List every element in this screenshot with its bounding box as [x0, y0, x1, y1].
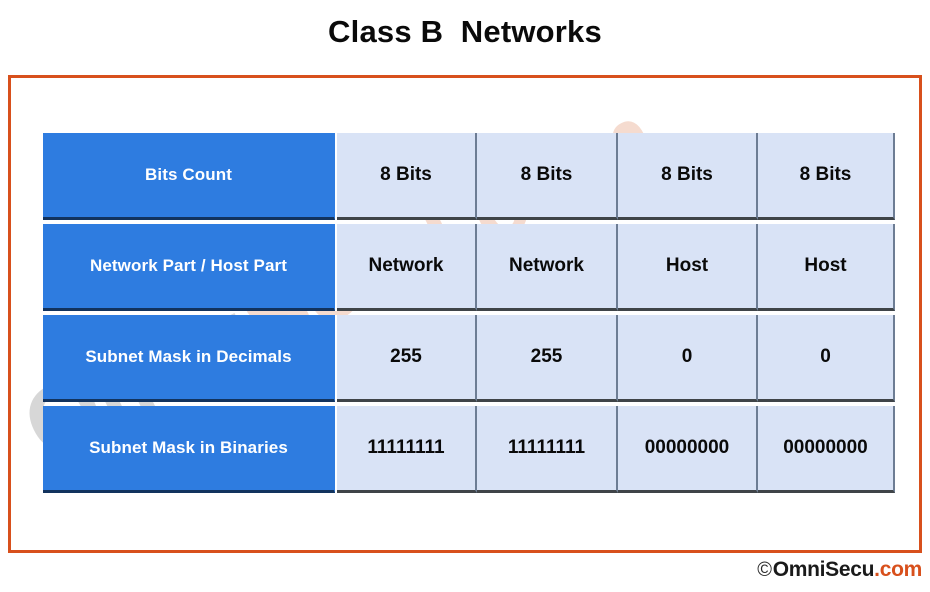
table-cell: 8 Bits	[337, 133, 477, 220]
table-cell: Host	[758, 224, 895, 311]
table-cell: 255	[477, 315, 618, 402]
row-header-bits-count: Bits Count	[43, 133, 335, 220]
site-brand-footer: © OmniSecu .com	[757, 558, 922, 582]
table-cell: 255	[337, 315, 477, 402]
brand-name-secondary: .com	[874, 558, 922, 581]
copyright-icon: ©	[757, 558, 772, 581]
table-cell: 0	[618, 315, 758, 402]
table-cell: Host	[618, 224, 758, 311]
table-row: Subnet Mask in Decimals 255 255 0 0	[43, 315, 895, 402]
table-cell: 8 Bits	[477, 133, 618, 220]
brand-name-primary: OmniSecu	[772, 558, 875, 581]
table-cell: 0	[758, 315, 895, 402]
table-cell: 8 Bits	[758, 133, 895, 220]
table-cell: Network	[477, 224, 618, 311]
diagram-panel: OmniSecu.com Bits Count 8 Bits 8 Bits 8 …	[8, 75, 922, 553]
table-cell: 11111111	[337, 406, 477, 493]
row-header-subnet-mask-binaries: Subnet Mask in Binaries	[43, 406, 335, 493]
row-header-network-part-host-part: Network Part / Host Part	[43, 224, 335, 311]
table-cell: 8 Bits	[618, 133, 758, 220]
table-row: Subnet Mask in Binaries 11111111 1111111…	[43, 406, 895, 493]
table-cell: 00000000	[758, 406, 895, 493]
table-cell: Network	[337, 224, 477, 311]
table-cell: 00000000	[618, 406, 758, 493]
row-header-subnet-mask-decimals: Subnet Mask in Decimals	[43, 315, 335, 402]
table-row: Bits Count 8 Bits 8 Bits 8 Bits 8 Bits	[43, 133, 895, 220]
table-row: Network Part / Host Part Network Network…	[43, 224, 895, 311]
class-b-network-table: Bits Count 8 Bits 8 Bits 8 Bits 8 Bits N…	[43, 133, 895, 495]
table-cell: 11111111	[477, 406, 618, 493]
page-title: Class B Networks	[328, 14, 602, 49]
